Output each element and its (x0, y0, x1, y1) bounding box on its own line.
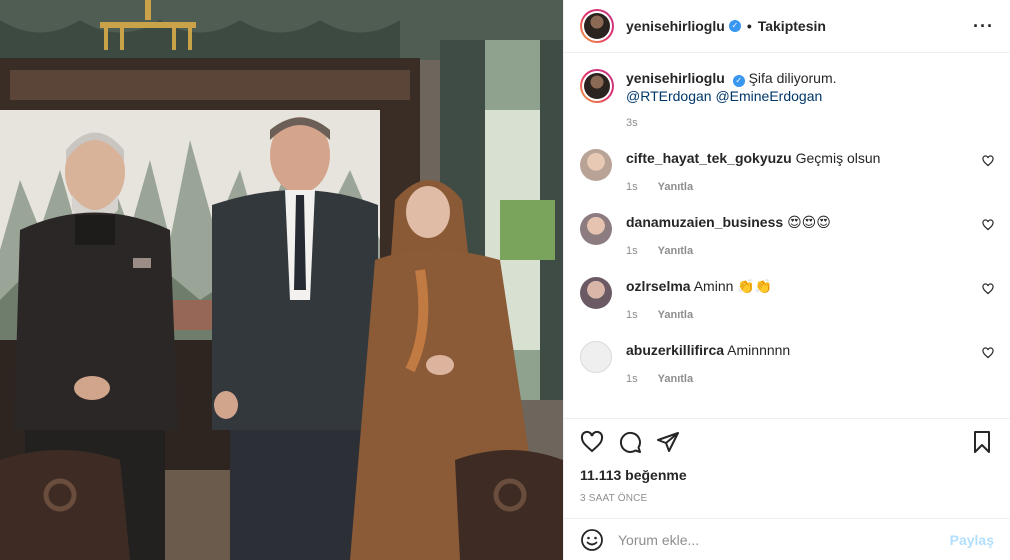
bookmark-icon[interactable] (970, 430, 994, 454)
caption: yenisehirlioglu ✓ Şifa diliyorum. @RTErd… (580, 69, 994, 105)
reply-button[interactable]: Yanıtla (658, 245, 693, 257)
comment-item: ozlrselma Aminn 👏👏 1s Yanıtla (580, 277, 994, 321)
verified-badge-icon: ✓ (728, 20, 741, 32)
caption-mentions[interactable]: @RTErdogan @EmineErdogan (626, 88, 822, 104)
post-photo[interactable] (0, 0, 563, 560)
comment-time: 1s (626, 373, 638, 385)
likes-count[interactable]: 11.113 beğenme (580, 467, 994, 483)
like-comment-heart-icon[interactable] (982, 219, 994, 231)
share-paper-plane-icon[interactable] (656, 430, 680, 454)
author-avatar[interactable] (580, 9, 614, 43)
like-heart-icon[interactable] (580, 430, 604, 454)
post-actions: 11.113 beğenme 3 SAAT ÖNCE (564, 418, 1010, 504)
comment-text: Aminnnnn (727, 342, 791, 358)
post-time: 3 SAAT ÖNCE (580, 493, 648, 504)
comment-time: 1s (626, 245, 638, 257)
comment-composer: Paylaş (564, 518, 1010, 560)
like-comment-heart-icon[interactable] (982, 347, 994, 359)
comment-item: danamuzaien_business 😍😍😍 1s Yanıtla (580, 213, 994, 257)
emoji-smiley-icon[interactable] (580, 528, 604, 552)
comment-time: 1s (626, 309, 638, 321)
reply-button[interactable]: Yanıtla (658, 309, 693, 321)
comment-username[interactable]: ozlrselma (626, 278, 691, 294)
post-comment-button[interactable]: Paylaş (950, 532, 994, 548)
like-comment-heart-icon[interactable] (982, 155, 994, 167)
comment-username[interactable]: cifte_hayat_tek_gokyuzu (626, 150, 792, 166)
post-header: yenisehirlioglu ✓ • Takiptesin ··· (564, 0, 1010, 53)
comment-username[interactable]: abuzerkillifirca (626, 342, 724, 358)
comment-username[interactable]: danamuzaien_business (626, 214, 783, 230)
commenter-avatar[interactable] (580, 149, 612, 181)
commenter-avatar-default[interactable] (580, 341, 612, 373)
follow-status[interactable]: Takiptesin (758, 18, 826, 34)
comment-item: cifte_hayat_tek_gokyuzu Geçmiş olsun 1s … (580, 149, 994, 193)
like-comment-heart-icon[interactable] (982, 283, 994, 295)
caption-avatar[interactable] (580, 69, 614, 103)
comment-bubble-icon[interactable] (618, 430, 642, 454)
author-username[interactable]: yenisehirlioglu (626, 18, 725, 34)
caption-text: Şifa diliyorum. (748, 70, 837, 86)
reply-button[interactable]: Yanıtla (658, 373, 693, 385)
post-image (0, 0, 563, 560)
comment-input[interactable] (618, 531, 950, 548)
comments-list[interactable]: yenisehirlioglu ✓ Şifa diliyorum. @RTErd… (564, 53, 1010, 418)
post-side-panel: yenisehirlioglu ✓ • Takiptesin ··· yenis… (563, 0, 1010, 560)
more-options-icon[interactable]: ··· (973, 16, 994, 37)
commenter-avatar[interactable] (580, 213, 612, 245)
comment-text: 😍😍😍 (787, 214, 831, 230)
reply-button[interactable]: Yanıtla (658, 181, 693, 193)
comment-text: Aminn 👏👏 (693, 278, 773, 294)
verified-badge-icon: ✓ (732, 75, 745, 87)
caption-time: 3s (626, 117, 638, 129)
separator-dot: • (746, 18, 752, 34)
commenter-avatar[interactable] (580, 277, 612, 309)
caption-username[interactable]: yenisehirlioglu (626, 70, 725, 86)
comment-text: Geçmiş olsun (795, 150, 881, 166)
comment-time: 1s (626, 181, 638, 193)
comment-item: abuzerkillifirca Aminnnnn 1s Yanıtla (580, 341, 994, 385)
